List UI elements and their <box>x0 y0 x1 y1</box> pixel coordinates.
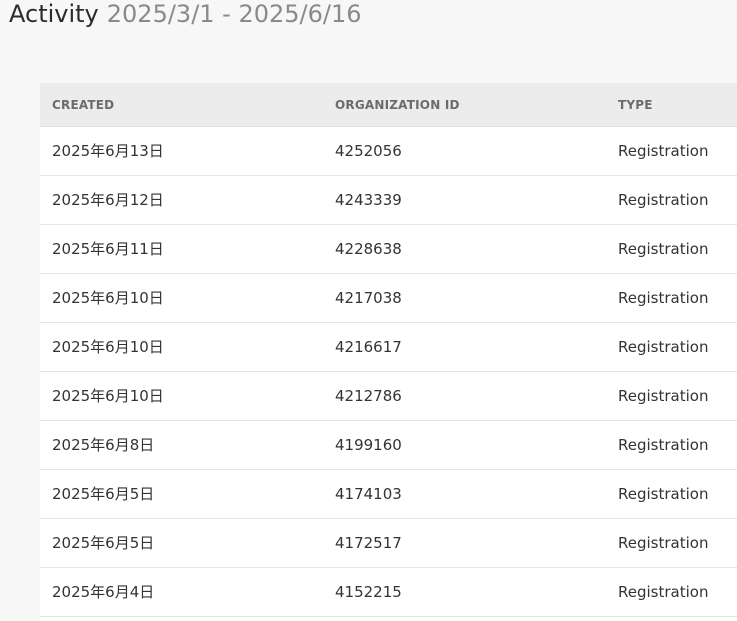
cell-created: 2025年6月10日 <box>52 289 164 307</box>
cell-created: 2025年6月10日 <box>52 387 164 405</box>
table-row[interactable]: 2025年6月13日 4252056 Registration <box>40 127 737 176</box>
cell-organization-id: 4212786 <box>335 387 402 405</box>
cell-type: Registration <box>618 191 709 209</box>
page-title: Activity <box>9 0 99 28</box>
cell-organization-id: 4216617 <box>335 338 402 356</box>
cell-created: 2025年6月11日 <box>52 240 164 258</box>
cell-created: 2025年6月4日 <box>52 583 155 601</box>
cell-organization-id: 4243339 <box>335 191 402 209</box>
cell-type: Registration <box>618 142 709 160</box>
cell-type: Registration <box>618 387 709 405</box>
column-header-organization-id[interactable]: ORGANIZATION ID <box>335 83 460 127</box>
cell-created: 2025年6月13日 <box>52 142 164 160</box>
cell-organization-id: 4152215 <box>335 583 402 601</box>
cell-created: 2025年6月5日 <box>52 534 155 552</box>
cell-organization-id: 4172517 <box>335 534 402 552</box>
table-row[interactable]: 2025年6月5日 4172517 Registration <box>40 519 737 568</box>
table-row[interactable]: 2025年6月12日 4243339 Registration <box>40 176 737 225</box>
activity-table: CREATED ORGANIZATION ID TYPE 2025年6月13日 … <box>40 83 737 621</box>
table-row[interactable]: 2025年6月5日 4174103 Registration <box>40 470 737 519</box>
column-header-created[interactable]: CREATED <box>52 83 114 127</box>
table-header: CREATED ORGANIZATION ID TYPE <box>40 83 737 127</box>
table-row[interactable]: 2025年6月10日 4212786 Registration <box>40 372 737 421</box>
cell-type: Registration <box>618 534 709 552</box>
cell-type: Registration <box>618 583 709 601</box>
cell-type: Registration <box>618 436 709 454</box>
cell-type: Registration <box>618 338 709 356</box>
date-range[interactable]: 2025/3/1 - 2025/6/16 <box>107 0 362 28</box>
table-row[interactable]: 2025年6月8日 4199160 Registration <box>40 421 737 470</box>
table-row[interactable]: 2025年6月11日 4228638 Registration <box>40 225 737 274</box>
cell-organization-id: 4228638 <box>335 240 402 258</box>
cell-created: 2025年6月12日 <box>52 191 164 209</box>
page-header: Activity 2025/3/1 - 2025/6/16 <box>9 0 362 28</box>
cell-type: Registration <box>618 240 709 258</box>
cell-created: 2025年6月5日 <box>52 485 155 503</box>
cell-created: 2025年6月8日 <box>52 436 155 454</box>
cell-organization-id: 4252056 <box>335 142 402 160</box>
cell-organization-id: 4174103 <box>335 485 402 503</box>
column-header-type[interactable]: TYPE <box>618 83 653 127</box>
table-row[interactable]: 2025年6月10日 4217038 Registration <box>40 274 737 323</box>
cell-type: Registration <box>618 289 709 307</box>
cell-organization-id: 4199160 <box>335 436 402 454</box>
cell-organization-id: 4217038 <box>335 289 402 307</box>
cell-created: 2025年6月10日 <box>52 338 164 356</box>
table-row[interactable]: 2025年6月4日 4152215 Registration <box>40 568 737 617</box>
cell-type: Registration <box>618 485 709 503</box>
table-row[interactable]: 2025年6月10日 4216617 Registration <box>40 323 737 372</box>
